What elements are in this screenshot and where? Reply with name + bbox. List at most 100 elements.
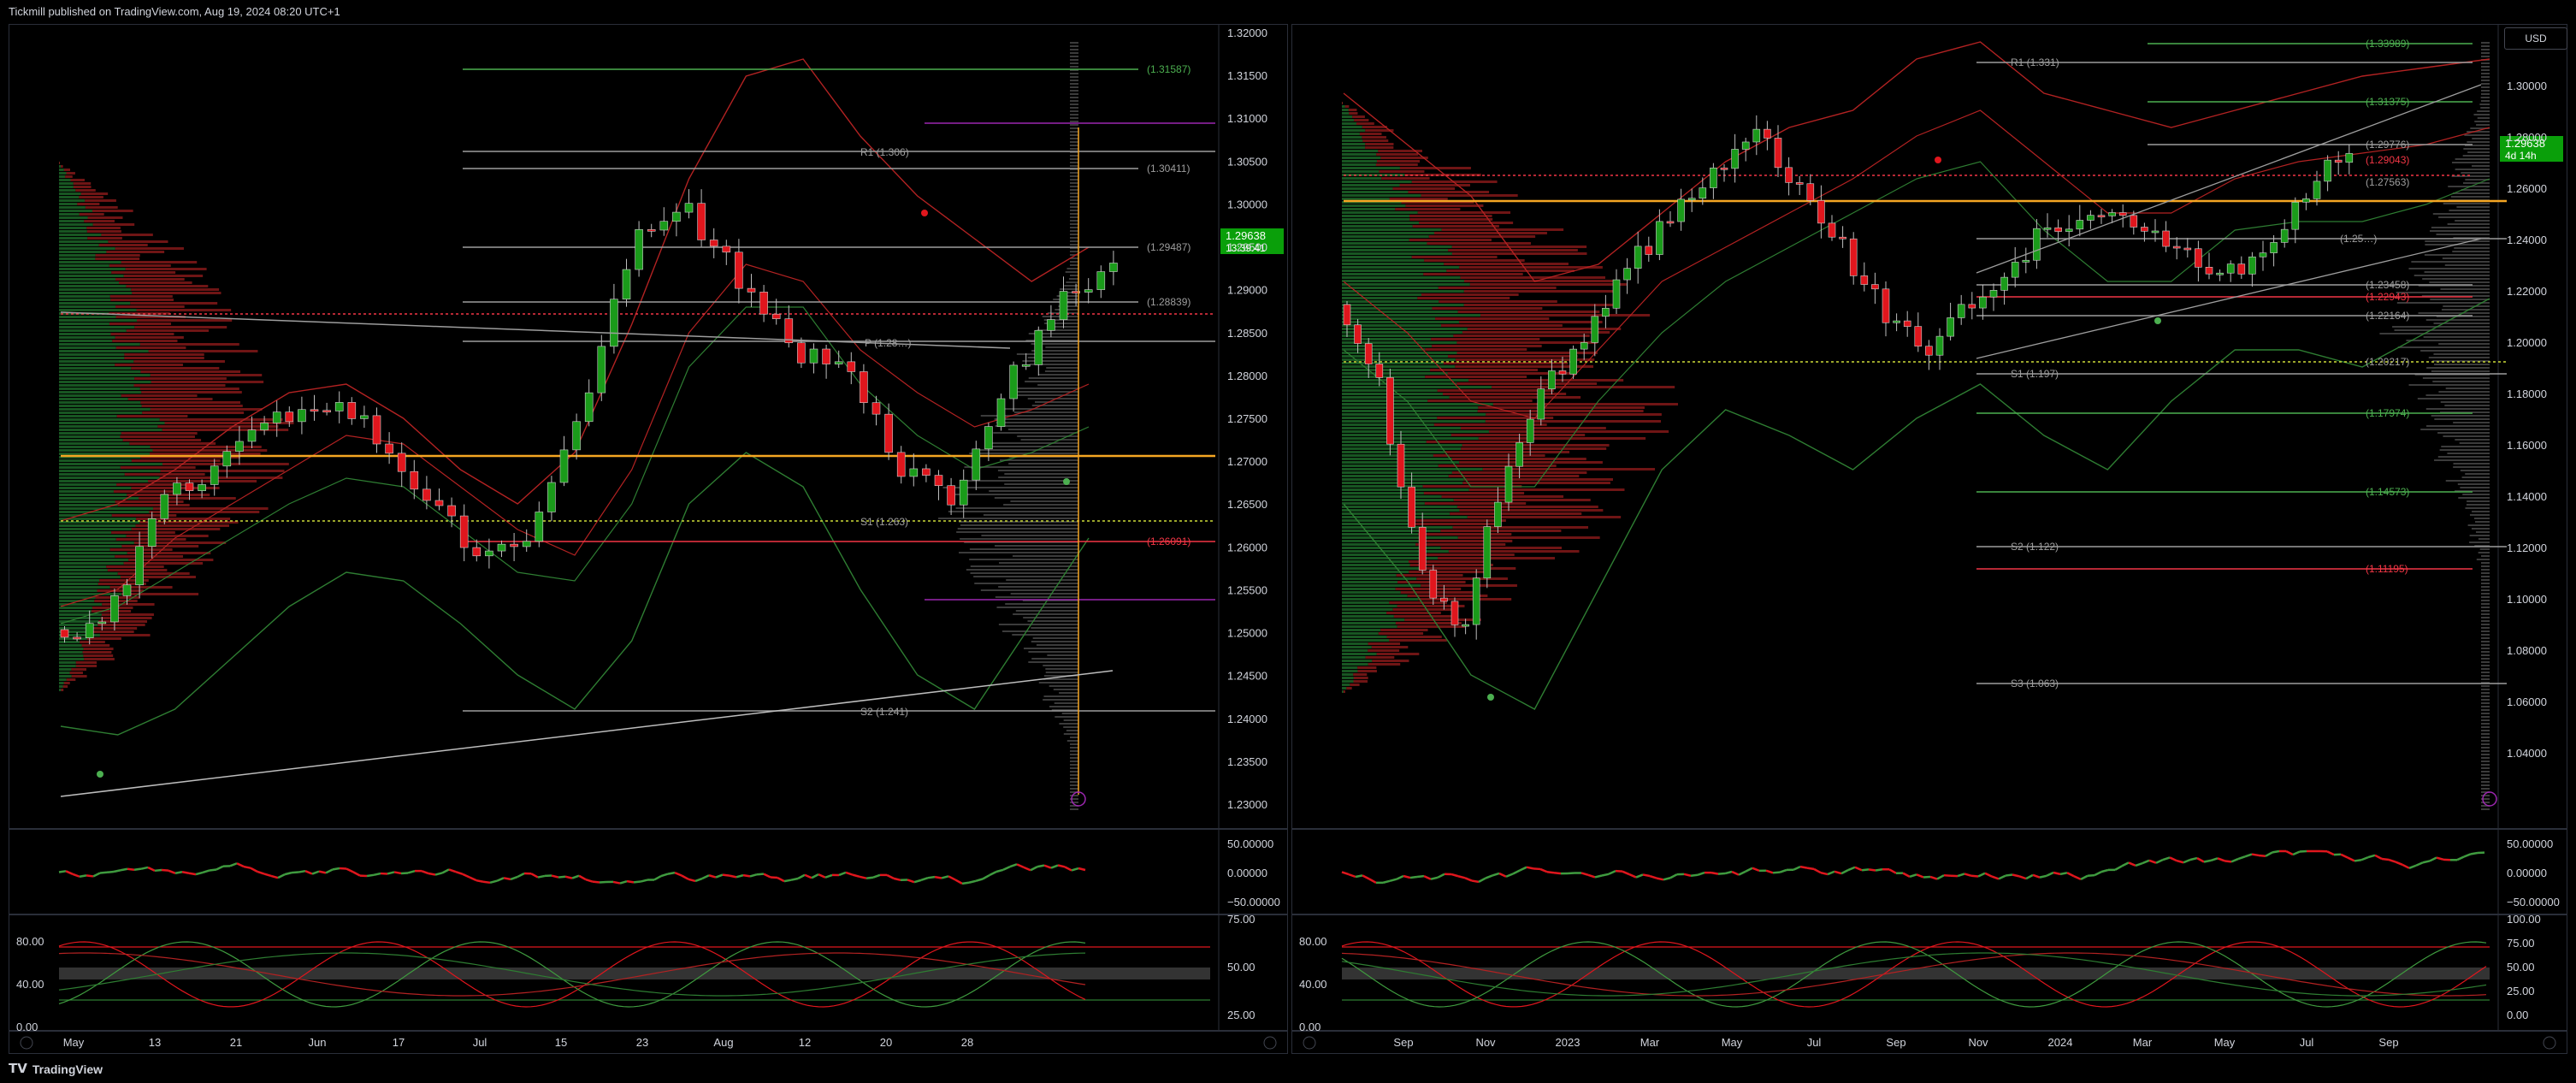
stoch-right-label: 0.00 — [2507, 1009, 2528, 1021]
volume-profile-bar — [117, 572, 190, 575]
candle-body — [1795, 182, 1804, 185]
volume-profile-bar — [1045, 668, 1078, 670]
oscillator-segment — [202, 869, 210, 874]
oscillator-segment — [1409, 875, 1418, 879]
volume-profile-bar — [1070, 757, 1078, 759]
volume-profile-bar — [2450, 196, 2490, 198]
stoch-right-label: 25.00 — [2507, 985, 2535, 997]
oscillator-segment — [147, 866, 156, 872]
volume-profile-bar — [59, 165, 62, 168]
pivot-level-label: (1.23458) — [2366, 279, 2409, 291]
volume-profile-bar — [101, 234, 153, 236]
right-oscillator-pane[interactable]: 50.000000.00000−50.00000 — [1341, 837, 2560, 908]
volume-profile-bar — [2436, 234, 2490, 235]
price-tick-label: 1.16000 — [2507, 439, 2547, 452]
volume-profile-bar — [1424, 502, 1527, 505]
oscillator-segment — [954, 879, 963, 885]
volume-profile-bar — [59, 572, 118, 575]
volume-profile-bar — [1342, 287, 1439, 289]
volume-profile-bar — [1016, 394, 1078, 396]
oscillator-segment — [872, 873, 881, 879]
volume-profile-bar — [1352, 115, 1365, 118]
volume-profile-bar — [59, 299, 111, 301]
right-stochastic-pane[interactable]: 80.0040.000.00100.0075.0050.0025.000.00 — [1299, 913, 2541, 1033]
volume-profile-bar — [121, 261, 198, 263]
oscillator-segment — [2347, 856, 2355, 862]
candle-body — [147, 518, 157, 547]
volume-profile-bar — [1070, 261, 1078, 263]
volume-profile-bar — [1010, 593, 1078, 595]
volume-profile-bar — [1342, 488, 1469, 491]
volume-profile-bar — [66, 678, 76, 681]
volume-profile-bar — [59, 264, 109, 267]
volume-profile-bar — [969, 548, 1078, 550]
volume-profile-bar — [115, 364, 183, 366]
volume-profile-bar — [1411, 256, 1498, 258]
volume-profile-bar — [59, 453, 150, 455]
candle-body — [2237, 263, 2246, 275]
left-oscillator-pane[interactable]: 50.000000.00000−50.00000 — [58, 837, 1280, 908]
volume-profile-bar — [131, 528, 221, 530]
volume-profile-bar — [59, 542, 134, 544]
volume-profile-bar — [59, 234, 102, 236]
volume-profile-bar — [140, 370, 241, 373]
tradingview-logo-icon[interactable]: 𝗧𝗩 — [9, 1056, 27, 1083]
volume-profile-bar — [2423, 336, 2490, 338]
volume-profile-bar — [1457, 311, 1600, 313]
volume-profile-bar — [150, 374, 263, 376]
volume-profile-bar — [1409, 571, 1491, 573]
volume-profile-bar — [120, 466, 196, 469]
volume-profile-bar — [1492, 403, 1679, 405]
volume-profile-bar — [2481, 620, 2490, 622]
volume-profile-bar — [80, 641, 105, 643]
oscillator-segment — [140, 866, 149, 870]
right-time-axis[interactable]: Sep Nov 2023 Mar May Jul Sep Nov 2024 Mar May Jul Se… — [1303, 1036, 2556, 1050]
volume-profile-bar — [59, 524, 136, 527]
oscillator-segment — [1450, 873, 1459, 878]
left-time-axis[interactable]: May 13 21 Jun 17 Jul 15 23 Aug 12 20 28 — [20, 1036, 1277, 1050]
volume-profile-bar — [59, 343, 140, 346]
volume-profile-bar — [115, 305, 185, 308]
volume-profile-bar — [1437, 389, 1555, 392]
oscillator-segment — [1998, 874, 2006, 880]
candle-body — [1903, 320, 1911, 327]
left-stochastic-pane[interactable]: 80.0040.000.0075.0050.0025.00 — [16, 913, 1256, 1033]
pivot-level-label: S3 (1.063) — [2011, 678, 2059, 689]
right-price-axis[interactable]: 1.320001.300001.280001.260001.240001.220… — [2507, 28, 2547, 760]
volume-profile-bar — [2440, 401, 2490, 403]
footer-brand[interactable]: TradingView — [32, 1056, 103, 1083]
volume-profile-bar — [2461, 172, 2490, 174]
volume-profile-bar — [59, 305, 116, 308]
left-chart-canvas[interactable]: (1.31587)R1 (1.306)(1.30411)(1.29487)(1.… — [9, 25, 1287, 1053]
volume-profile-bar — [980, 415, 1078, 417]
volume-profile-bar — [1486, 413, 1662, 416]
volume-profile-bar — [2473, 518, 2490, 519]
right-chart-canvas[interactable]: (1.33989)R1 (1.331)(1.31375)(1.29776)(1.… — [1292, 25, 2567, 1053]
volume-profile-bar — [1463, 478, 1613, 481]
pivot-level-label: (1.29487) — [1147, 241, 1191, 253]
volume-profile-bar — [162, 429, 289, 431]
volume-profile-bar — [1342, 382, 1457, 385]
oscillator-segment — [564, 875, 573, 879]
currency-button[interactable]: USD — [2504, 27, 2567, 50]
volume-profile-bar — [1353, 677, 1368, 679]
right-chart-panel[interactable]: (1.33989) R1 (1.331) (1.31375) (1.29776) (1.… — [1291, 24, 2567, 1054]
volume-profile-bar — [2481, 795, 2490, 796]
left-chart-panel[interactable]: (1.31587) R1 (1.306) (1.30411) (1.29487) (1.… — [9, 24, 1288, 1054]
volume-profile-bar — [1066, 730, 1078, 731]
volume-profile-bar — [59, 405, 142, 407]
candle-body — [934, 475, 943, 487]
oscillator-segment — [469, 876, 477, 882]
volume-profile-bar — [2479, 104, 2490, 105]
volume-profile-bar — [959, 521, 1078, 523]
volume-profile-bar — [59, 350, 149, 352]
candle-body — [422, 488, 431, 501]
volume-profile-bar — [2396, 292, 2490, 293]
volume-profile-bar — [1070, 754, 1078, 755]
left-price-axis[interactable]: 1.320001.315001.310001.305001.300001.295… — [1227, 27, 1267, 811]
oscillator-segment — [1943, 873, 1952, 878]
volume-profile-bar — [59, 388, 140, 390]
volume-profile-bar — [136, 309, 232, 311]
oscillator-segment — [1902, 872, 1911, 878]
oscillator-segment — [1037, 864, 1045, 868]
